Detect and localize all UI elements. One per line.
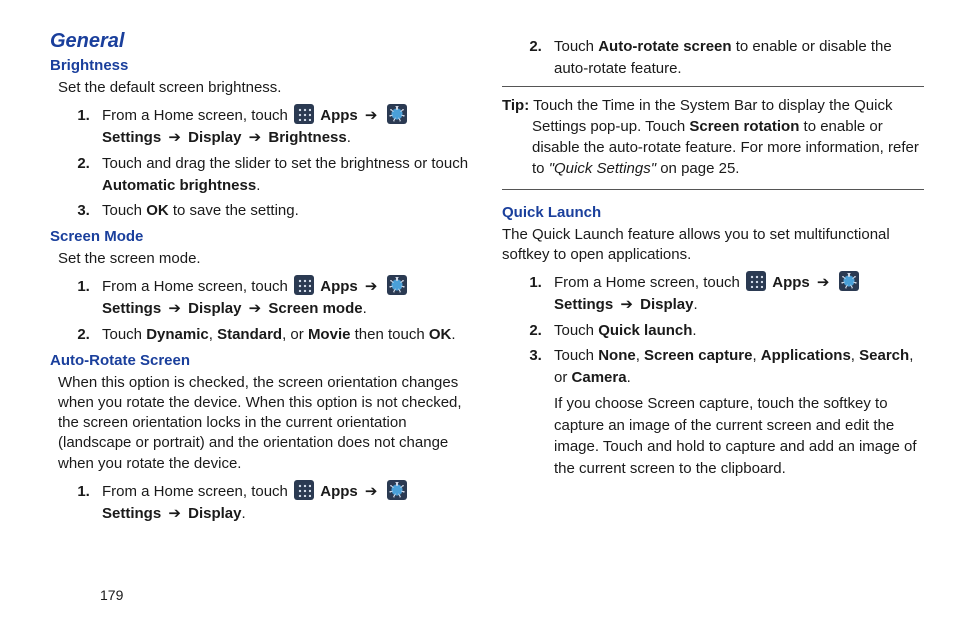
label: None <box>598 347 636 364</box>
apps-icon <box>294 480 314 500</box>
label-settings: Settings <box>102 505 161 522</box>
label-apps: Apps <box>772 274 810 291</box>
label-apps: Apps <box>320 107 358 124</box>
text: From a Home screen, touch <box>102 107 292 124</box>
intro-quick-launch: The Quick Launch feature allows you to s… <box>502 225 924 266</box>
settings-icon <box>387 104 407 124</box>
settings-icon <box>387 480 407 500</box>
steps-quick-launch: From a Home screen, touch Apps ➔ Setting… <box>522 271 924 480</box>
step: Touch None, Screen capture, Applications… <box>546 345 924 480</box>
label-mode: Screen mode <box>268 300 362 317</box>
manual-page: General Brightness Set the default scree… <box>0 0 954 540</box>
tip-box: Tip: Touch the Time in the System Bar to… <box>502 86 924 190</box>
text: Touch <box>554 347 598 364</box>
label: OK <box>429 326 452 343</box>
label-brightness: Brightness <box>268 129 346 146</box>
step: Touch Auto-rotate screen to enable or di… <box>546 36 924 80</box>
intro-screen-mode: Set the screen mode. <box>58 249 472 269</box>
step: From a Home screen, touch Apps ➔ Setting… <box>546 271 924 316</box>
label-display: Display <box>188 129 241 146</box>
label-display: Display <box>640 296 693 313</box>
label: Applications <box>761 347 851 364</box>
arrow-icon: ➔ <box>168 503 181 525</box>
apps-icon <box>294 104 314 124</box>
label-settings: Settings <box>554 296 613 313</box>
apps-icon <box>294 275 314 295</box>
settings-icon <box>839 271 859 291</box>
intro-brightness: Set the default screen brightness. <box>58 78 472 98</box>
heading-auto-rotate: Auto-Rotate Screen <box>50 352 472 369</box>
label-apps: Apps <box>320 278 358 295</box>
tip-body: Tip: Touch the Time in the System Bar to… <box>502 95 924 179</box>
step: From a Home screen, touch Apps ➔ Setting… <box>94 275 472 320</box>
apps-icon <box>746 271 766 291</box>
arrow-icon: ➔ <box>365 105 378 127</box>
arrow-icon: ➔ <box>365 276 378 298</box>
arrow-icon: ➔ <box>620 294 633 316</box>
text: From a Home screen, touch <box>554 274 744 291</box>
text: From a Home screen, touch <box>102 278 292 295</box>
label: Search <box>859 347 909 364</box>
step: Touch and drag the slider to set the bri… <box>94 153 472 197</box>
label-display: Display <box>188 300 241 317</box>
label: OK <box>146 202 169 219</box>
label: Screen capture <box>644 347 752 364</box>
text: Touch and drag the slider to set the bri… <box>102 155 468 172</box>
settings-icon <box>387 275 407 295</box>
step: Touch Quick launch. <box>546 320 924 342</box>
arrow-icon: ➔ <box>249 127 262 149</box>
reference: "Quick Settings" <box>549 160 656 177</box>
label: Camera <box>572 369 627 386</box>
step-sub: If you choose Screen capture, touch the … <box>554 393 924 480</box>
heading-screen-mode: Screen Mode <box>50 228 472 245</box>
intro-auto-rotate: When this option is checked, the screen … <box>58 373 472 474</box>
label: Auto-rotate screen <box>598 38 731 55</box>
right-column: Touch Auto-rotate screen to enable or di… <box>502 30 924 530</box>
step: Touch Dynamic, Standard, or Movie then t… <box>94 324 472 346</box>
text: Touch <box>554 322 598 339</box>
label-apps: Apps <box>320 483 358 500</box>
heading-quick-launch: Quick Launch <box>502 204 924 221</box>
label: Movie <box>308 326 351 343</box>
step: From a Home screen, touch Apps ➔ Setting… <box>94 104 472 149</box>
heading-brightness: Brightness <box>50 57 472 74</box>
page-number: 179 <box>100 587 123 603</box>
label: Quick launch <box>598 322 692 339</box>
steps-auto-rotate-cont: Touch Auto-rotate screen to enable or di… <box>522 36 924 80</box>
arrow-icon: ➔ <box>365 481 378 503</box>
arrow-icon: ➔ <box>168 127 181 149</box>
step: From a Home screen, touch Apps ➔ Setting… <box>94 480 472 525</box>
arrow-icon: ➔ <box>249 298 262 320</box>
label-settings: Settings <box>102 300 161 317</box>
tip-label: Tip: <box>502 97 529 114</box>
label: Automatic brightness <box>102 177 256 194</box>
text: From a Home screen, touch <box>102 483 292 500</box>
steps-screen-mode: From a Home screen, touch Apps ➔ Setting… <box>70 275 472 345</box>
text: to save the setting. <box>173 202 299 219</box>
heading-general: General <box>50 30 472 53</box>
arrow-icon: ➔ <box>817 272 830 294</box>
steps-brightness: From a Home screen, touch Apps ➔ Setting… <box>70 104 472 222</box>
text: on page 25. <box>656 160 739 177</box>
label: Standard <box>217 326 282 343</box>
text: Touch <box>102 202 146 219</box>
label-settings: Settings <box>102 129 161 146</box>
label-display: Display <box>188 505 241 522</box>
arrow-icon: ➔ <box>168 298 181 320</box>
label: Dynamic <box>146 326 209 343</box>
label: Screen rotation <box>689 118 799 135</box>
left-column: General Brightness Set the default scree… <box>50 30 472 530</box>
text: Touch <box>554 38 598 55</box>
text: then touch <box>355 326 429 343</box>
steps-auto-rotate: From a Home screen, touch Apps ➔ Setting… <box>70 480 472 525</box>
step: Touch OK to save the setting. <box>94 200 472 222</box>
text: Touch <box>102 326 146 343</box>
